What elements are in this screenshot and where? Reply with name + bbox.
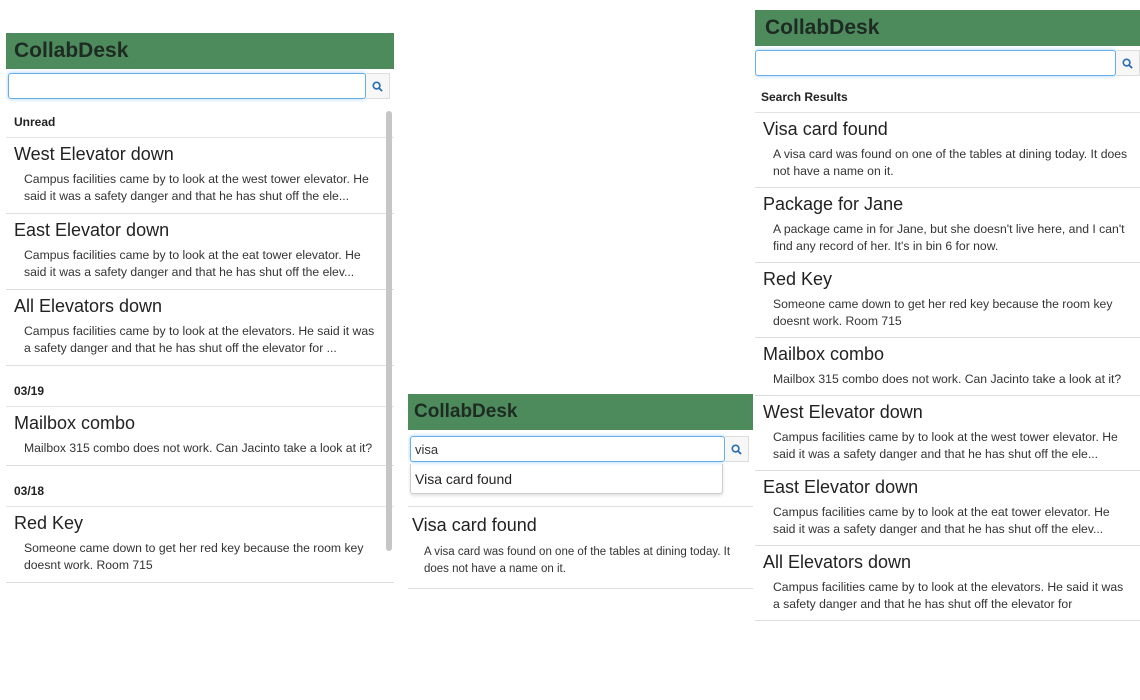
search-results-heading: Search Results	[755, 80, 1140, 113]
item-title: All Elevators down	[763, 552, 912, 572]
item-title: West Elevator down	[14, 144, 174, 164]
list-item[interactable]: East Elevator down Campus facilities cam…	[6, 214, 394, 290]
app-title: CollabDesk	[765, 16, 880, 39]
app-header: CollabDesk	[408, 394, 753, 430]
item-body: Someone came down to get her red key bec…	[24, 541, 364, 572]
item-title: East Elevator down	[763, 477, 919, 497]
item-body: Campus facilities came by to look at the…	[773, 580, 1124, 611]
item-title: Visa card found	[412, 515, 537, 535]
item-body: A package came in for Jane, but she does…	[773, 222, 1125, 253]
list-item[interactable]: West Elevator down Campus facilities cam…	[6, 138, 394, 214]
search-input[interactable]	[8, 73, 366, 99]
section-heading: 03/19	[6, 374, 394, 407]
list-item[interactable]: Visa card found A visa card was found on…	[755, 113, 1140, 188]
autocomplete-panel: CollabDesk Visa card found Visa card fou…	[408, 394, 753, 604]
item-title: West Elevator down	[763, 402, 923, 422]
list-item[interactable]: All Elevators down Campus facilities cam…	[755, 546, 1140, 621]
search-bar	[6, 69, 394, 103]
list-item[interactable]: East Elevator down Campus facilities cam…	[755, 471, 1140, 546]
search-button[interactable]	[1116, 50, 1140, 76]
app-header: CollabDesk	[755, 10, 1140, 46]
search-icon	[731, 443, 742, 455]
scrollbar[interactable]	[386, 111, 392, 551]
item-body: Campus facilities came by to look at the…	[24, 172, 369, 203]
inbox-panel: CollabDesk Unread West Elevator down Cam…	[6, 33, 394, 700]
message-list: Unread West Elevator down Campus facilit…	[6, 105, 394, 700]
item-body: Campus facilities came by to look at the…	[773, 430, 1118, 461]
search-bar	[755, 46, 1140, 80]
list-item[interactable]: All Elevators down Campus facilities cam…	[6, 290, 394, 366]
search-bar	[408, 430, 753, 464]
section-heading: Unread	[6, 105, 394, 138]
item-title: Red Key	[763, 269, 833, 289]
item-body: Someone came down to get her red key bec…	[773, 297, 1113, 328]
list-item[interactable]: Red Key Someone came down to get her red…	[6, 507, 394, 583]
item-title: Mailbox combo	[14, 413, 136, 433]
item-title: Red Key	[14, 513, 84, 533]
item-body: Campus facilities came by to look at the…	[773, 505, 1110, 536]
list-item[interactable]: Visa card found A visa card was found on…	[408, 506, 753, 589]
item-title: East Elevator down	[14, 220, 170, 240]
list-item[interactable]: Mailbox combo Mailbox 315 combo does not…	[755, 338, 1140, 396]
item-title: Visa card found	[763, 119, 888, 139]
app-header: CollabDesk	[6, 33, 394, 69]
item-body: A visa card was found on one of the tabl…	[424, 546, 731, 575]
app-title: CollabDesk	[414, 401, 518, 422]
search-icon	[372, 80, 383, 92]
search-button[interactable]	[366, 73, 390, 99]
search-button[interactable]	[725, 436, 749, 462]
app-title: CollabDesk	[14, 39, 129, 62]
list-item[interactable]: Package for Jane A package came in for J…	[755, 188, 1140, 263]
item-body: A visa card was found on one of the tabl…	[773, 147, 1128, 178]
autocomplete-suggestion[interactable]: Visa card found	[410, 464, 723, 494]
item-title: All Elevators down	[14, 296, 163, 316]
list-item[interactable]: Red Key Someone came down to get her red…	[755, 263, 1140, 338]
search-input[interactable]	[755, 50, 1116, 76]
item-body: Campus facilities came by to look at the…	[24, 324, 375, 355]
suggestion-label: Visa card found	[415, 470, 513, 487]
search-input[interactable]	[410, 436, 725, 462]
section-heading: 03/18	[6, 474, 394, 507]
list-item[interactable]: Mailbox combo Mailbox 315 combo does not…	[6, 407, 394, 466]
item-body: Mailbox 315 combo does not work. Can Jac…	[24, 441, 373, 455]
item-body: Mailbox 315 combo does not work. Can Jac…	[773, 372, 1122, 386]
search-icon	[1122, 57, 1133, 69]
list-item[interactable]: West Elevator down Campus facilities cam…	[755, 396, 1140, 471]
item-body: Campus facilities came by to look at the…	[24, 248, 361, 279]
search-results-panel: CollabDesk Search Results Visa card foun…	[755, 10, 1140, 700]
item-title: Mailbox combo	[763, 344, 885, 364]
item-title: Package for Jane	[763, 194, 904, 214]
